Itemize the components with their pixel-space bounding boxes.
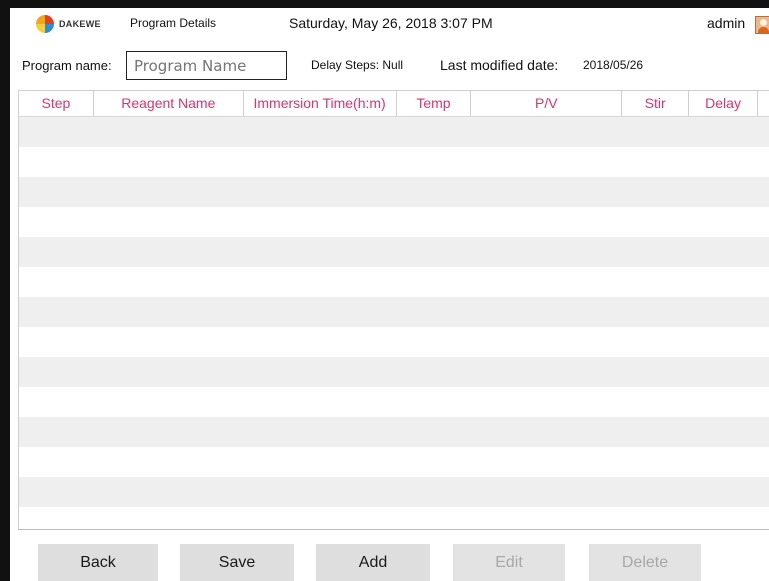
table-row[interactable] xyxy=(19,177,769,207)
column-header-delay[interactable]: Delay xyxy=(689,91,759,116)
table-row[interactable] xyxy=(19,417,769,447)
table-row[interactable] xyxy=(19,147,769,177)
table-row[interactable] xyxy=(19,117,769,147)
delay-steps-text: Delay Steps: Null xyxy=(311,58,404,72)
column-header-temp[interactable]: Temp xyxy=(397,91,472,116)
table-header: Step Reagent Name Immersion Time(h:m) Te… xyxy=(19,91,769,117)
column-header-step[interactable]: Step xyxy=(19,91,94,116)
table-row[interactable] xyxy=(19,507,769,529)
column-header-extra xyxy=(758,91,769,116)
dakewe-logo-icon xyxy=(35,15,55,33)
user-avatar-icon[interactable] xyxy=(755,16,769,34)
current-user-name[interactable]: admin xyxy=(707,15,745,31)
edit-button[interactable]: Edit xyxy=(453,544,565,581)
program-name-label: Program name: xyxy=(22,58,112,73)
table-row[interactable] xyxy=(19,327,769,357)
table-body xyxy=(19,117,769,529)
column-header-stir[interactable]: Stir xyxy=(622,91,690,116)
table-row[interactable] xyxy=(19,477,769,507)
program-name-input[interactable] xyxy=(126,51,287,80)
table-row[interactable] xyxy=(19,357,769,387)
last-modified-value: 2018/05/26 xyxy=(583,58,644,72)
table-row[interactable] xyxy=(19,387,769,417)
table-row[interactable] xyxy=(19,267,769,297)
table-row[interactable] xyxy=(19,207,769,237)
program-info-row: Program name: Delay Steps: Null Last mod… xyxy=(10,39,769,89)
column-header-immersion-time[interactable]: Immersion Time(h:m) xyxy=(244,91,397,116)
logo: DAKEWE xyxy=(35,14,101,34)
datetime-display: Saturday, May 26, 2018 3:07 PM xyxy=(289,15,493,31)
save-button[interactable]: Save xyxy=(180,544,294,581)
add-button[interactable]: Add xyxy=(316,544,430,581)
column-header-pv[interactable]: P/V xyxy=(471,91,623,116)
last-modified-label: Last modified date: xyxy=(440,57,559,73)
program-steps-table: Step Reagent Name Immersion Time(h:m) Te… xyxy=(18,90,769,530)
column-header-reagent-name[interactable]: Reagent Name xyxy=(94,91,244,116)
table-row[interactable] xyxy=(19,237,769,267)
header-bar: DAKEWE Program Details Saturday, May 26,… xyxy=(10,8,769,39)
page-title: Program Details xyxy=(130,16,217,30)
table-row[interactable] xyxy=(19,297,769,327)
back-button[interactable]: Back xyxy=(38,544,158,581)
table-row[interactable] xyxy=(19,447,769,477)
delete-button[interactable]: Delete xyxy=(589,544,701,581)
logo-text: DAKEWE xyxy=(59,19,101,29)
